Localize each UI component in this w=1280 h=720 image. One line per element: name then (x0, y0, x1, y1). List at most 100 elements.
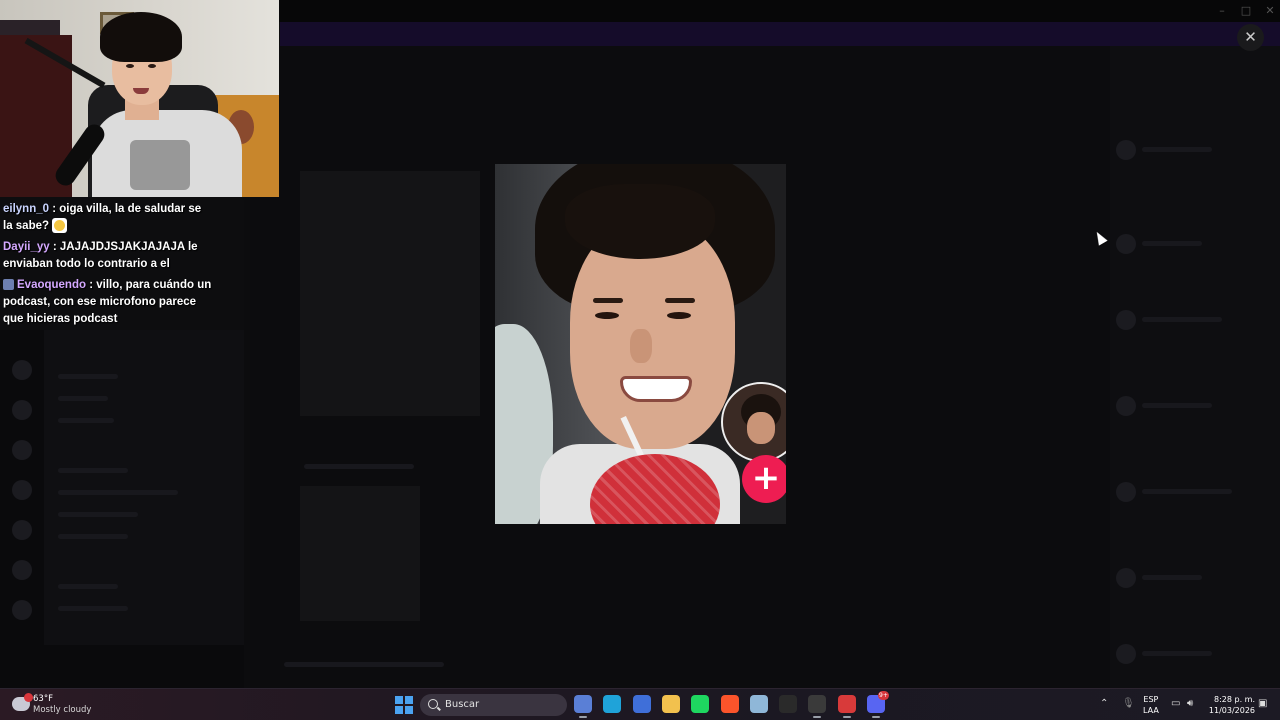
chat-message: eilynn_0 : oiga villa, la de saludar se … (3, 201, 213, 235)
channel-item[interactable] (58, 396, 108, 401)
webcam-hair (100, 12, 182, 62)
chat-message: Dayii_yy : JAJAJDJSJAKJAJAJA le enviaban… (3, 239, 213, 273)
member-avatar[interactable] (1116, 140, 1136, 160)
image-eye (667, 312, 691, 319)
user-panel (0, 645, 244, 688)
clock-time: 8:28 p. m. (1213, 695, 1255, 704)
follow-plus-icon[interactable]: + (742, 455, 786, 503)
webcam-shirt-print (130, 140, 190, 190)
webcam-eye (126, 64, 134, 68)
windows-logo-tile (395, 706, 403, 714)
image-bangs (565, 184, 715, 259)
message-text (304, 464, 414, 469)
chat-username: Dayii_yy (3, 241, 50, 253)
game-app-icon[interactable] (838, 695, 856, 718)
member-avatar[interactable] (1116, 568, 1136, 588)
clock-date: 11/03/2026 (1208, 706, 1255, 715)
message-input[interactable] (284, 662, 444, 667)
taskbar: 63°F Mostly cloudy Buscar 9+ ⌃ 🎙︎ ESP LA… (0, 688, 1280, 720)
server-icon[interactable] (12, 360, 32, 380)
plus-glyph: + (751, 458, 781, 498)
server-icon[interactable] (12, 520, 32, 540)
maximize-icon[interactable]: □ (1238, 3, 1254, 19)
spotify-app-icon[interactable] (691, 695, 709, 713)
network-icon[interactable]: ▭ (1171, 698, 1180, 709)
notification-badge: 9+ (878, 691, 889, 700)
brave-app-icon[interactable] (721, 695, 739, 713)
image-nose (630, 329, 652, 363)
image-eye (595, 312, 619, 319)
server-icon[interactable] (12, 400, 32, 420)
subscriber-badge-icon (3, 279, 14, 291)
minimize-icon[interactable]: – (1214, 3, 1230, 19)
weather-description: Mostly cloudy (33, 705, 92, 715)
image-eyebrow (665, 298, 695, 303)
member-name (1142, 403, 1212, 408)
channel-item[interactable] (58, 606, 128, 611)
server-icon[interactable] (12, 600, 32, 620)
window-close-icon[interactable]: ✕ (1262, 3, 1278, 19)
steam-app-icon[interactable] (750, 695, 768, 713)
language-indicator[interactable]: ESP LAA (1143, 694, 1159, 716)
microsoft-store-app-icon[interactable] (633, 695, 651, 713)
lightbox-image[interactable]: + (495, 164, 786, 524)
notice-banner (280, 22, 1280, 46)
notification-icon[interactable]: ▣ (1258, 698, 1267, 709)
server-icon[interactable] (12, 480, 32, 500)
member-avatar[interactable] (1116, 234, 1136, 254)
taskbar-search[interactable]: Buscar (420, 694, 567, 716)
file-explorer-app-icon[interactable] (574, 695, 592, 718)
webcam-eye (148, 64, 156, 68)
chevron-up-icon[interactable]: ⌃ (1100, 698, 1108, 709)
channel-item[interactable] (58, 418, 114, 423)
member-avatar[interactable] (1116, 482, 1136, 502)
close-icon: ✕ (1244, 28, 1257, 46)
obs-app-icon[interactable] (808, 695, 826, 718)
chat-username: eilynn_0 (3, 203, 50, 215)
member-name (1142, 651, 1212, 656)
volume-icon[interactable]: 🔊︎ (1187, 698, 1193, 709)
member-avatar[interactable] (1116, 310, 1136, 330)
smiling-face-emoji (52, 218, 68, 234)
channel-item[interactable] (58, 534, 128, 539)
channel-item[interactable] (58, 584, 118, 589)
epic-games-app-icon[interactable] (779, 695, 797, 713)
server-list (0, 330, 44, 670)
search-icon (428, 699, 438, 709)
stream-chat: eilynn_0 : oiga villa, la de saludar se … (3, 201, 213, 332)
member-avatar[interactable] (1116, 644, 1136, 664)
image-eyebrow (593, 298, 623, 303)
folder-app-icon[interactable] (662, 695, 680, 713)
windows-start-button[interactable] (395, 696, 413, 714)
image-mouth (620, 376, 692, 402)
channel-sidebar (44, 330, 244, 688)
windows-logo-tile (405, 706, 413, 714)
system-clock[interactable]: 8:28 p. m. 11/03/2026 (1205, 694, 1255, 716)
edge-app-icon[interactable] (603, 695, 621, 713)
chat-username: Evaoquendo (17, 279, 87, 291)
channel-item[interactable] (58, 490, 178, 495)
member-avatar[interactable] (1116, 396, 1136, 416)
microphone-icon[interactable]: 🎙︎ (1122, 698, 1135, 709)
member-name (1142, 489, 1232, 494)
keyboard-layout: LAA (1143, 706, 1159, 715)
weather-alert-badge (24, 693, 33, 702)
video-tile[interactable] (300, 486, 420, 621)
member-name (1142, 575, 1202, 580)
close-lightbox-button[interactable]: ✕ (1237, 24, 1264, 51)
server-icon[interactable] (12, 440, 32, 460)
member-name (1142, 241, 1202, 246)
windows-logo-tile (395, 696, 403, 704)
webcam-feed (0, 0, 279, 197)
chat-message: Evaoquendo : villo, para cuándo un podca… (3, 277, 213, 328)
member-name (1142, 147, 1212, 152)
video-tile[interactable] (300, 171, 480, 416)
weather-temperature: 63°F (33, 694, 53, 704)
member-name (1142, 317, 1222, 322)
channel-item[interactable] (58, 468, 128, 473)
discord-app-icon[interactable]: 9+ (867, 691, 889, 718)
windows-logo-tile (405, 696, 413, 704)
channel-item[interactable] (58, 512, 138, 517)
server-icon[interactable] (12, 560, 32, 580)
channel-item[interactable] (58, 374, 118, 379)
